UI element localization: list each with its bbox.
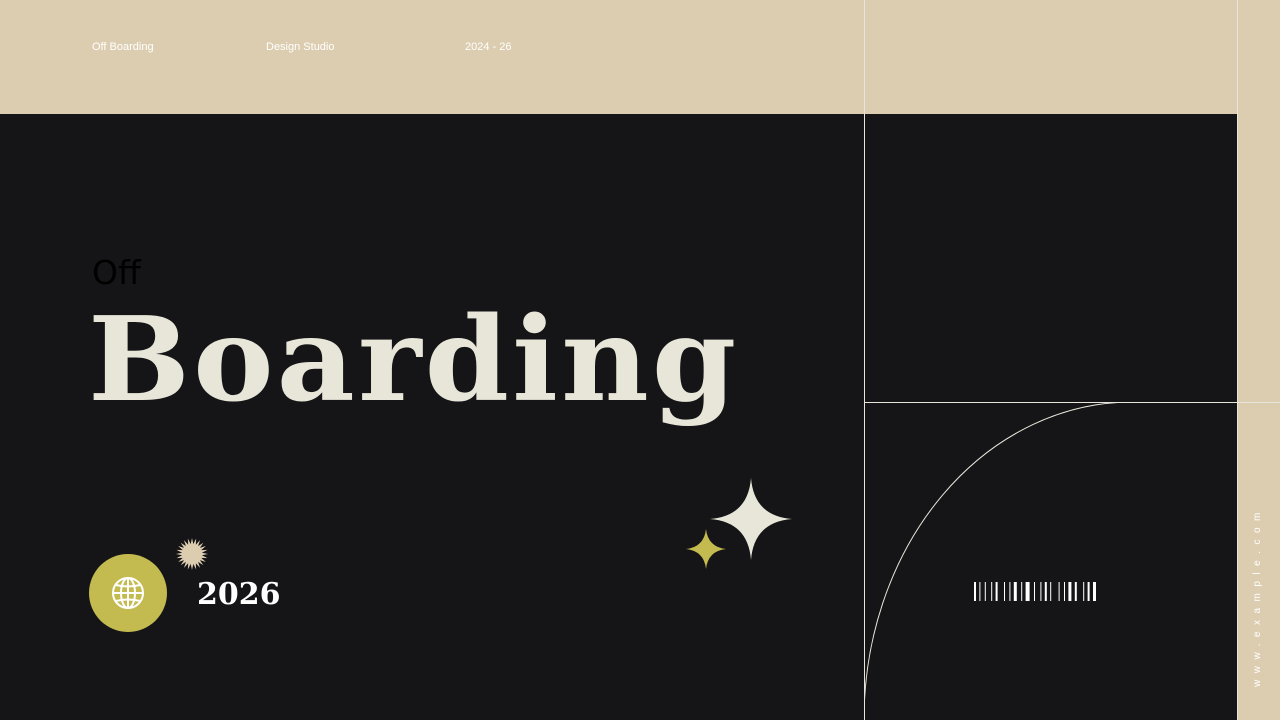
year-label: 2026 xyxy=(197,577,281,612)
header-label-title: Off Boarding xyxy=(92,41,154,53)
top-right-panel xyxy=(865,0,1237,114)
title-subtitle: Off xyxy=(92,253,141,292)
header-label-studio: Design Studio xyxy=(266,41,335,53)
header-label-years: 2024 - 26 xyxy=(465,41,512,53)
page-title: Boarding xyxy=(88,292,740,428)
quarter-arc xyxy=(864,402,1133,720)
barcode-icon xyxy=(974,582,1096,601)
website-url: www.example.com xyxy=(1238,402,1280,702)
starburst-icon xyxy=(176,538,208,570)
sparkle-icon xyxy=(686,529,726,569)
top-banner xyxy=(0,0,864,114)
globe-icon xyxy=(112,577,144,609)
website-url-text: www.example.com xyxy=(1252,506,1263,687)
globe-badge xyxy=(89,554,167,632)
